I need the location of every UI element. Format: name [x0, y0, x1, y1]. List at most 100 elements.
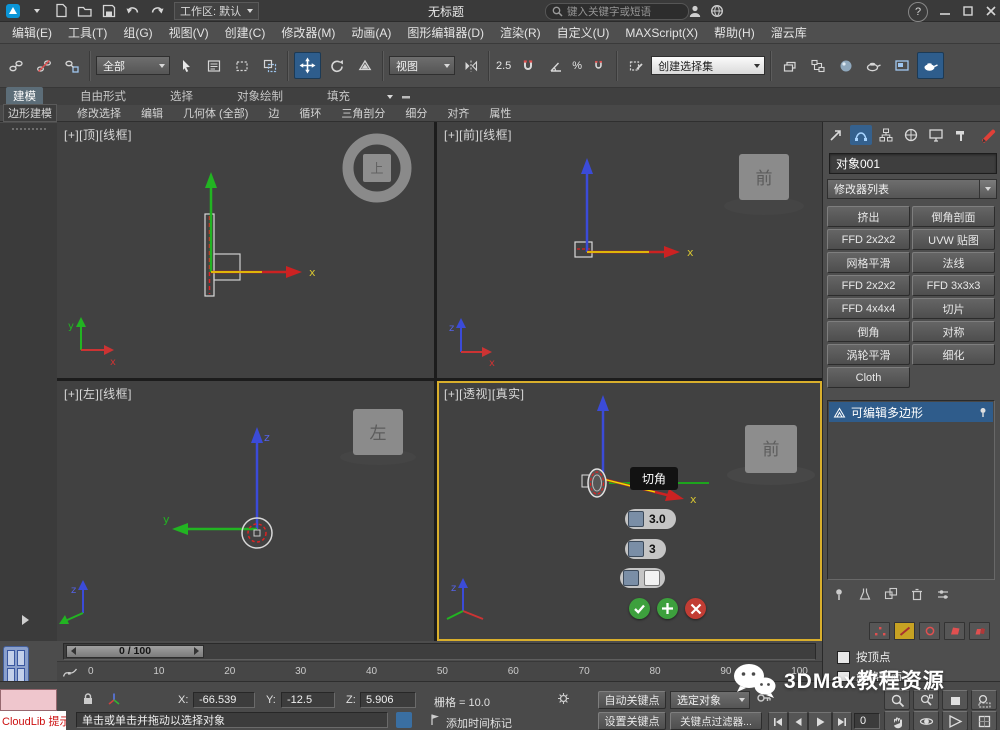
ribbon-panel-modify-selection[interactable]: 修改选择	[77, 105, 121, 121]
field-of-view-icon[interactable]	[942, 711, 968, 730]
modifier-button-bevel[interactable]: 倒角	[827, 321, 910, 342]
gear-icon[interactable]	[556, 691, 571, 706]
modifier-stack[interactable]: 可编辑多边形	[827, 400, 995, 580]
menu-edit[interactable]: 编辑(E)	[4, 24, 60, 41]
ribbon-panel-tris[interactable]: 三角剖分	[341, 105, 385, 121]
modifier-button-tessellate[interactable]: 细化	[912, 344, 995, 365]
menu-group[interactable]: 组(G)	[115, 24, 160, 41]
element-subobject-icon[interactable]	[969, 622, 990, 640]
modifier-button-ffd3x3x3[interactable]: FFD 3x3x3	[912, 275, 995, 296]
show-end-result-icon[interactable]	[855, 585, 875, 603]
border-subobject-icon[interactable]	[919, 622, 940, 640]
menu-help[interactable]: 帮助(H)	[706, 24, 763, 41]
edit-named-selection-icon[interactable]	[623, 53, 648, 78]
menu-rendering[interactable]: 渲染(R)	[492, 24, 549, 41]
spinner-snap-icon[interactable]	[586, 53, 611, 78]
help-icon[interactable]: ?	[908, 2, 928, 22]
material-editor-icon[interactable]	[833, 53, 858, 78]
signin-icon[interactable]	[684, 2, 706, 20]
ribbon-panel-polygon-modeling[interactable]: 边形建模	[3, 104, 57, 122]
modifier-button-turbosmooth[interactable]: 涡轮平滑	[827, 344, 910, 365]
time-slider-handle[interactable]: 0 / 100	[66, 645, 204, 658]
previous-frame-arrow-icon[interactable]	[71, 647, 76, 655]
motion-tab-icon[interactable]	[900, 125, 922, 145]
menu-animation[interactable]: 动画(A)	[343, 24, 399, 41]
select-and-move-icon[interactable]	[294, 52, 321, 79]
viewport-top[interactable]: x 上 y x [+][顶][线框]	[57, 122, 434, 378]
layer-manager-icon[interactable]	[777, 53, 802, 78]
ribbon-tab-populate[interactable]: 填充	[320, 87, 357, 105]
maxscript-mini-listener[interactable]	[0, 689, 57, 711]
reference-coordinate-dropdown[interactable]: 视图	[389, 56, 455, 75]
caddy-apply-button[interactable]	[657, 598, 678, 619]
window-crossing-icon[interactable]	[257, 53, 282, 78]
undo-icon[interactable]	[122, 2, 144, 20]
ribbon-panel-subdivision[interactable]: 细分	[405, 105, 427, 121]
select-object-icon[interactable]	[173, 53, 198, 78]
hierarchy-tab-icon[interactable]	[875, 125, 897, 145]
modify-tab-icon[interactable]	[850, 125, 872, 145]
modifier-button-extrude[interactable]: 挤出	[827, 206, 910, 227]
menu-customize[interactable]: 自定义(U)	[549, 24, 618, 41]
ribbon-panel-align[interactable]: 对齐	[447, 105, 469, 121]
ribbon-tab-selection[interactable]: 选择	[163, 87, 200, 105]
modifier-button-bevel-profile[interactable]: 倒角剖面	[912, 206, 995, 227]
menu-views[interactable]: 视图(V)	[161, 24, 217, 41]
app-logo-icon[interactable]	[2, 2, 24, 20]
display-tab-icon[interactable]	[925, 125, 947, 145]
caddy-open-toggle[interactable]	[620, 568, 665, 588]
mini-curve-editor-icon[interactable]	[60, 663, 80, 681]
select-by-name-icon[interactable]	[201, 53, 226, 78]
save-icon[interactable]	[98, 2, 120, 20]
modifier-button-ffd4x4x4[interactable]: FFD 4x4x4	[827, 298, 910, 319]
isolate-selection-icon[interactable]	[396, 712, 412, 728]
play-animation-icon[interactable]	[808, 712, 832, 730]
vertex-subobject-icon[interactable]	[869, 622, 890, 640]
modifier-button-ffd2x2x2[interactable]: FFD 2x2x2	[827, 229, 910, 250]
set-key-button[interactable]: 设置关键点	[598, 712, 666, 730]
pan-icon[interactable]	[884, 711, 910, 730]
menu-create[interactable]: 创建(C)	[217, 24, 274, 41]
viewport-top-label[interactable]: [+][顶][线框]	[64, 126, 132, 143]
maximize-viewport-toggle-icon[interactable]	[971, 711, 997, 730]
menu-maxscript[interactable]: MAXScript(X)	[617, 26, 706, 40]
ribbon-tab-freeform[interactable]: 自由形式	[73, 87, 133, 105]
caddy-cancel-button[interactable]	[685, 598, 706, 619]
render-production-icon[interactable]	[917, 52, 944, 79]
modifier-button-cloth[interactable]: Cloth	[827, 367, 910, 388]
red-pencil-icon[interactable]	[977, 125, 999, 145]
auto-key-button[interactable]: 自动关键点	[598, 691, 666, 709]
selection-filter-dropdown[interactable]: 全部	[96, 56, 170, 75]
viewport-left-label[interactable]: [+][左][线框]	[64, 385, 132, 402]
dropdown-arrow-button[interactable]	[979, 180, 996, 198]
snap-toggle-icon[interactable]	[515, 53, 540, 78]
angle-snap-icon[interactable]	[543, 53, 568, 78]
modifier-button-ffd2x2x2-b[interactable]: FFD 2x2x2	[827, 275, 910, 296]
x-coordinate-field[interactable]: -66.539	[193, 692, 255, 708]
expand-arrow-icon[interactable]	[22, 615, 29, 625]
menu-tools[interactable]: 工具(T)	[60, 24, 115, 41]
viewport-left[interactable]: z y 左 z [+][左][线框]	[57, 381, 434, 641]
go-to-start-icon[interactable]	[768, 712, 788, 730]
ribbon-tab-object-paint[interactable]: 对象绘制	[230, 87, 290, 105]
rendered-frame-window-icon[interactable]	[889, 53, 914, 78]
new-file-icon[interactable]	[50, 2, 72, 20]
z-coordinate-field[interactable]: 5.906	[360, 692, 416, 708]
ribbon-panel-edges[interactable]: 边	[268, 105, 279, 121]
modifier-button-symmetry[interactable]: 对称	[912, 321, 995, 342]
viewport-perspective[interactable]: x 前 z [+][透视][真实] 切角 3.0	[437, 381, 822, 641]
pin-stack-icon[interactable]	[829, 585, 849, 603]
open-file-icon[interactable]	[74, 2, 96, 20]
y-coordinate-field[interactable]: -12.5	[281, 692, 335, 708]
previous-frame-icon[interactable]	[788, 712, 808, 730]
schematic-view-icon[interactable]	[805, 53, 830, 78]
zoom-extents-icon[interactable]	[942, 690, 968, 710]
current-frame-field[interactable]: 0	[854, 713, 880, 729]
selection-lock-icon[interactable]	[80, 691, 95, 706]
select-and-rotate-icon[interactable]	[324, 53, 349, 78]
modifier-button-normal[interactable]: 法线	[912, 252, 995, 273]
workspace-dropdown[interactable]: 工作区: 默认	[174, 2, 259, 20]
modifier-list-dropdown[interactable]: 修改器列表	[827, 179, 997, 199]
ribbon-panel-edit[interactable]: 编辑	[141, 105, 163, 121]
redo-icon[interactable]	[146, 2, 168, 20]
